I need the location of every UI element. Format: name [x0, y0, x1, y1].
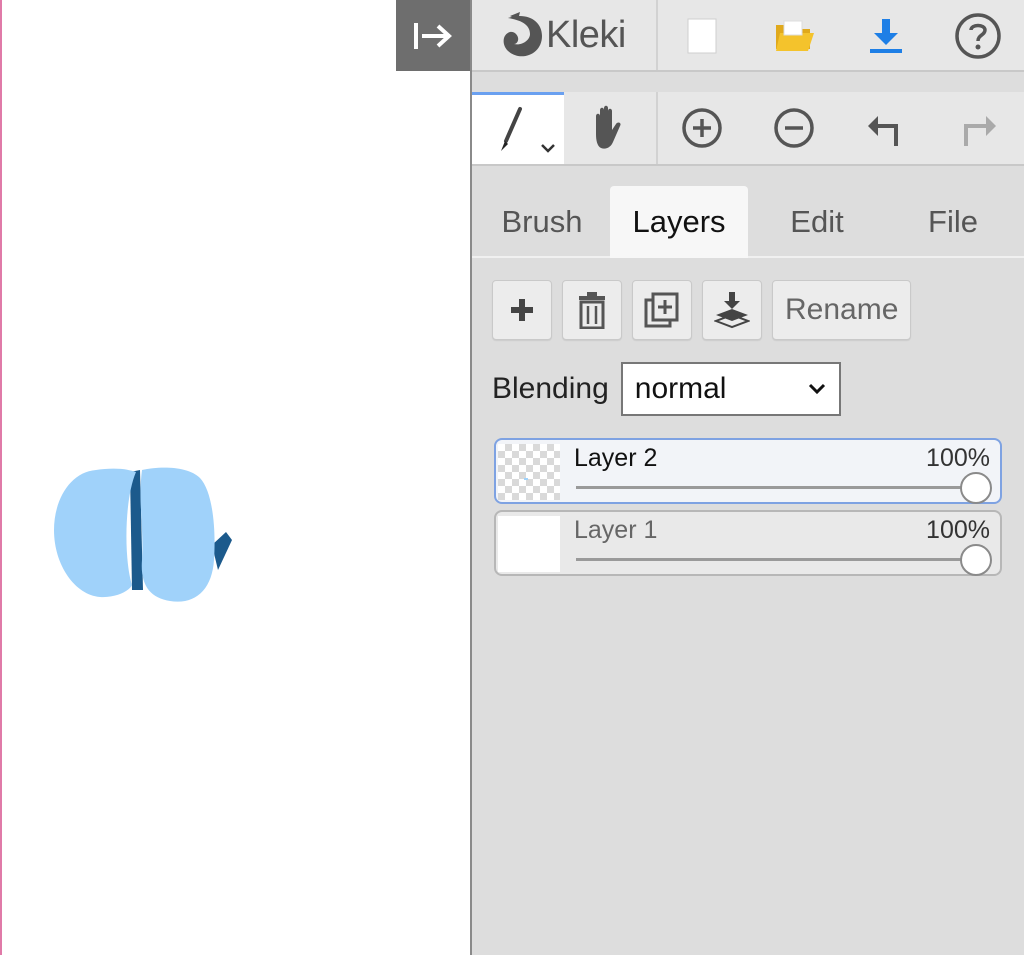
save-button[interactable]: [856, 6, 916, 66]
toolbar-separator: [656, 92, 658, 164]
help-button[interactable]: [948, 6, 1008, 66]
blending-value: normal: [634, 372, 727, 405]
brush-icon: [501, 107, 555, 153]
folder-open-icon: [776, 20, 814, 51]
layer-thumbnail: [498, 516, 560, 572]
brush-tool-button[interactable]: [472, 92, 564, 164]
trash-icon: [579, 292, 605, 329]
blending-label: Blending: [492, 372, 609, 405]
blending-select[interactable]: normal: [620, 362, 841, 416]
add-layer-button[interactable]: [492, 280, 552, 340]
layer-opacity: 100%: [926, 516, 990, 544]
help-icon: [955, 13, 1001, 59]
side-panel: Kleki Brush Layers Edit File Rename Blen…: [470, 0, 1024, 955]
chevron-down-icon: [808, 383, 825, 395]
zoom-in-button[interactable]: [672, 98, 732, 158]
tab-edit[interactable]: Edit: [764, 186, 870, 258]
layer-name: Layer 1: [574, 516, 658, 544]
top-bar: Kleki: [472, 0, 1024, 72]
zoom-in-icon: [682, 108, 722, 148]
opacity-slider-track: [576, 558, 974, 561]
hand-tool-button[interactable]: [578, 98, 638, 158]
opacity-slider-handle[interactable]: [960, 472, 992, 504]
blending-row: Blending normal: [492, 362, 841, 416]
kleki-logo[interactable]: Kleki: [498, 8, 626, 62]
zoom-out-icon: [774, 108, 814, 148]
collapse-panel-button[interactable]: [396, 0, 470, 71]
layer-opacity: 100%: [926, 444, 990, 472]
undo-button[interactable]: [856, 98, 916, 158]
layer-item-1[interactable]: Layer 1 100%: [494, 510, 1002, 576]
hand-icon: [596, 105, 621, 149]
new-image-button[interactable]: [672, 6, 732, 66]
paint-blob-right: [140, 467, 215, 602]
zoom-out-button[interactable]: [764, 98, 824, 158]
undo-icon: [868, 116, 898, 146]
rename-layer-button[interactable]: Rename: [772, 280, 912, 340]
opacity-slider-track: [576, 486, 974, 489]
layer-thumbnail-content: [524, 478, 528, 480]
panel-tabs: Brush Layers Edit File: [472, 186, 1024, 258]
layer-name: Layer 2: [574, 444, 658, 472]
tab-layers[interactable]: Layers: [610, 186, 748, 258]
merge-layer-button[interactable]: [702, 280, 762, 340]
canvas-drawing: [54, 467, 232, 602]
drawing-canvas[interactable]: [0, 0, 470, 955]
paint-stroke-dark-2: [212, 532, 232, 570]
tool-bar: [472, 92, 1024, 166]
duplicate-icon: [644, 292, 679, 328]
new-image-icon: [687, 18, 717, 54]
merge-down-icon: [714, 292, 750, 329]
layer-actions: Rename: [492, 280, 912, 342]
tab-brush[interactable]: Brush: [488, 186, 596, 258]
tab-file[interactable]: File: [908, 186, 998, 258]
redo-button[interactable]: [948, 98, 1008, 158]
opacity-slider-handle[interactable]: [960, 544, 992, 576]
redo-icon: [964, 116, 996, 146]
duplicate-layer-button[interactable]: [632, 280, 692, 340]
paint-blob-left: [54, 468, 136, 598]
kleki-logo-icon: [503, 12, 542, 57]
open-button[interactable]: [764, 6, 824, 66]
plus-icon: [511, 299, 533, 321]
arrow-right-bar-icon: [414, 22, 452, 49]
app-name: Kleki: [546, 13, 626, 56]
topbar-separator: [656, 0, 658, 70]
delete-layer-button[interactable]: [562, 280, 622, 340]
layer-item-2[interactable]: Layer 2 100%: [494, 438, 1002, 504]
layer-thumbnail: [498, 444, 560, 500]
download-icon: [870, 19, 902, 53]
